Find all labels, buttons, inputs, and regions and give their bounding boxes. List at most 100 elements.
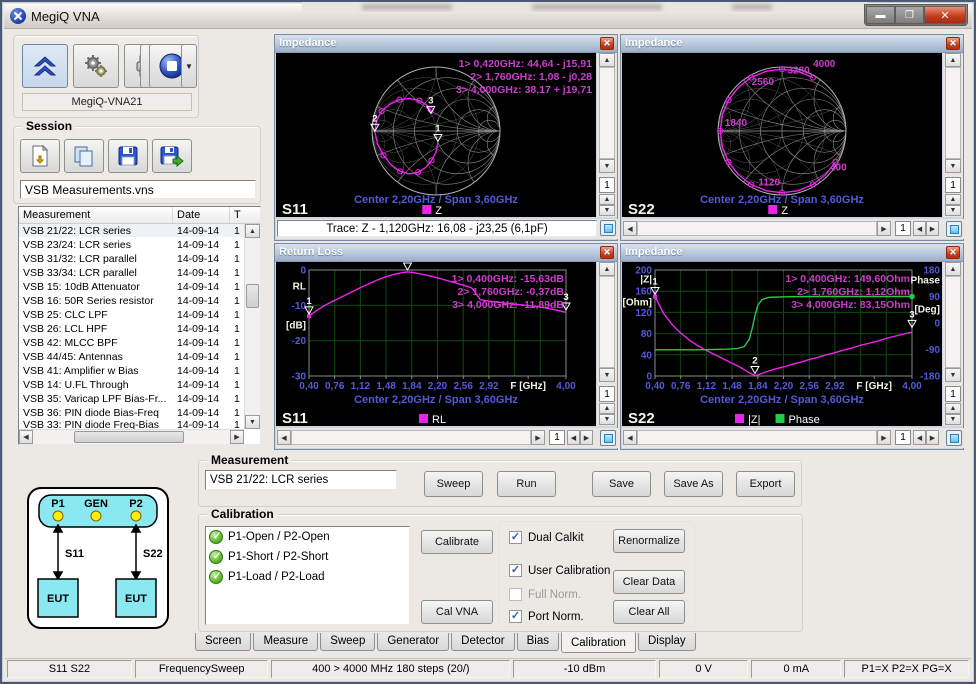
- save-session-as-button[interactable]: [152, 139, 192, 173]
- checkbox-icon[interactable]: [509, 610, 522, 623]
- scroll-right-icon[interactable]: ▶: [230, 430, 244, 444]
- tab-calibration[interactable]: Calibration: [561, 632, 636, 653]
- calibration-list[interactable]: P1-Open / P2-OpenP1-Short / P2-ShortP1-L…: [205, 526, 410, 625]
- scroll-left-icon[interactable]: ◀: [623, 221, 637, 236]
- panel-close-icon[interactable]: ✕: [600, 37, 614, 50]
- calibrate-button[interactable]: Calibrate: [421, 530, 493, 554]
- tab-bias[interactable]: Bias: [517, 633, 559, 651]
- tab-display[interactable]: Display: [638, 633, 696, 651]
- spinner-left-icon[interactable]: ◀: [913, 430, 926, 445]
- panel-menu-button[interactable]: [600, 220, 616, 236]
- scroll-left-icon[interactable]: ◀: [19, 430, 33, 444]
- col-measurement[interactable]: Measurement: [19, 207, 173, 223]
- checkbox-dual-calkit[interactable]: Dual Calkit: [509, 531, 584, 544]
- clear-all-button[interactable]: Clear All: [613, 600, 685, 624]
- spinner-down-icon[interactable]: ▼: [599, 414, 615, 425]
- scroll-right-icon[interactable]: ▶: [531, 430, 545, 445]
- open-session-button[interactable]: [64, 139, 104, 173]
- spinner-down-icon[interactable]: ▼: [945, 205, 961, 216]
- spinner-left-icon[interactable]: ◀: [913, 221, 926, 236]
- instrument-dropdown[interactable]: ▼: [181, 44, 197, 88]
- new-session-button[interactable]: [20, 139, 60, 173]
- spinner-up-icon[interactable]: ▲: [945, 194, 961, 205]
- trace-number-spinner[interactable]: 1: [549, 430, 565, 445]
- checkbox-icon[interactable]: [509, 588, 522, 601]
- scroll-right-icon[interactable]: ▶: [877, 430, 891, 445]
- trace-number-spinner[interactable]: 1: [599, 386, 615, 402]
- spinner-right-icon[interactable]: ▶: [926, 221, 939, 236]
- vscroll-track[interactable]: [945, 276, 961, 368]
- checkbox-full-norm-[interactable]: Full Norm.: [509, 588, 581, 601]
- panel-titlebar[interactable]: Impedance✕: [621, 35, 963, 53]
- checkbox-icon[interactable]: [509, 531, 522, 544]
- hscroll-thumb[interactable]: [74, 431, 184, 443]
- scroll-down-icon[interactable]: ▼: [599, 159, 615, 173]
- trace-number-spinner[interactable]: 1: [599, 177, 615, 193]
- spinner-up-icon[interactable]: ▲: [599, 194, 615, 205]
- spinner-up-icon[interactable]: ▲: [945, 403, 961, 414]
- save-session-button[interactable]: [108, 139, 148, 173]
- spinner-right-icon[interactable]: ▶: [580, 430, 593, 445]
- table-row[interactable]: VSB 16: 50R Series resistor14-09-141: [19, 294, 260, 308]
- renormalize-button[interactable]: Renormalize: [613, 529, 685, 553]
- trace-number-spinner[interactable]: 1: [945, 386, 961, 402]
- scroll-up-icon[interactable]: ▲: [599, 53, 615, 67]
- col-date[interactable]: Date: [173, 207, 230, 223]
- table-horizontal-scrollbar[interactable]: ◀ ▶: [19, 429, 244, 444]
- spinner-left-icon[interactable]: ◀: [567, 430, 580, 445]
- minimize-button[interactable]: ▬: [866, 6, 895, 24]
- spinner-up-icon[interactable]: ▲: [599, 403, 615, 414]
- save-as-button[interactable]: Save As: [664, 471, 723, 497]
- tab-measure[interactable]: Measure: [253, 633, 318, 651]
- calibration-item[interactable]: P1-Open / P2-Open: [206, 527, 409, 547]
- calibration-item[interactable]: P1-Load / P2-Load: [206, 567, 409, 587]
- table-row[interactable]: VSB 15: 10dB Attenuator14-09-141: [19, 280, 260, 294]
- panel-titlebar[interactable]: Impedance✕: [621, 244, 963, 262]
- cal-vna-button[interactable]: Cal VNA: [421, 600, 493, 624]
- settings-button[interactable]: [73, 44, 119, 88]
- scroll-right-icon[interactable]: ▶: [877, 221, 891, 236]
- maximize-button[interactable]: ❐: [895, 6, 924, 24]
- panel-menu-button[interactable]: [600, 430, 616, 446]
- spinner-down-icon[interactable]: ▼: [599, 205, 615, 216]
- run-button[interactable]: Run: [497, 471, 556, 497]
- table-row[interactable]: VSB 44/45: Antennas14-09-141: [19, 350, 260, 364]
- panel-menu-button[interactable]: [946, 221, 962, 237]
- panel-titlebar[interactable]: Return Loss✕: [275, 244, 617, 262]
- vscroll-track[interactable]: [599, 67, 615, 159]
- checkbox-port-norm-[interactable]: Port Norm.: [509, 610, 584, 623]
- table-row[interactable]: VSB 14: U.FL Through14-09-141: [19, 378, 260, 392]
- vscroll-track[interactable]: [945, 67, 961, 159]
- trace-number-spinner[interactable]: 1: [945, 177, 961, 193]
- panel-close-icon[interactable]: ✕: [946, 246, 960, 259]
- table-row[interactable]: VSB 33/34: LCR parallel14-09-141: [19, 266, 260, 280]
- table-row[interactable]: VSB 21/22: LCR series14-09-141: [19, 224, 260, 238]
- scroll-down-icon[interactable]: ▼: [945, 368, 961, 382]
- measurement-name-input[interactable]: VSB 21/22: LCR series: [205, 470, 397, 490]
- table-row[interactable]: VSB 26: LCL HPF14-09-141: [19, 322, 260, 336]
- table-row[interactable]: VSB 42: MLCC BPF14-09-141: [19, 336, 260, 350]
- close-button[interactable]: ✕: [924, 6, 966, 24]
- scroll-up-icon[interactable]: ▲: [599, 262, 615, 276]
- table-row[interactable]: VSB 36: PIN diode Bias-Freq14-09-141: [19, 406, 260, 420]
- trace-number-spinner[interactable]: 1: [895, 221, 911, 236]
- vscroll-thumb[interactable]: [246, 284, 259, 308]
- checkbox-icon[interactable]: [509, 564, 522, 577]
- hscroll-track[interactable]: [637, 430, 877, 445]
- scroll-down-icon[interactable]: ▼: [599, 368, 615, 382]
- table-row[interactable]: VSB 31/32: LCR parallel14-09-141: [19, 252, 260, 266]
- calibration-item[interactable]: P1-Short / P2-Short: [206, 547, 409, 567]
- table-row[interactable]: VSB 25: CLC LPF14-09-141: [19, 308, 260, 322]
- save-button[interactable]: Save: [592, 471, 651, 497]
- panel-titlebar[interactable]: Impedance✕: [275, 35, 617, 53]
- panel-close-icon[interactable]: ✕: [946, 37, 960, 50]
- clear-data-button[interactable]: Clear Data: [613, 570, 685, 594]
- trace-number-spinner[interactable]: 1: [895, 430, 911, 445]
- table-vertical-scrollbar[interactable]: ▲ ▼: [244, 224, 260, 429]
- tab-generator[interactable]: Generator: [377, 633, 449, 651]
- panel-menu-button[interactable]: [946, 430, 962, 446]
- scroll-left-icon[interactable]: ◀: [623, 430, 637, 445]
- scroll-down-icon[interactable]: ▼: [245, 415, 260, 429]
- connect-button[interactable]: [22, 44, 68, 88]
- table-row[interactable]: VSB 23/24: LCR series14-09-141: [19, 238, 260, 252]
